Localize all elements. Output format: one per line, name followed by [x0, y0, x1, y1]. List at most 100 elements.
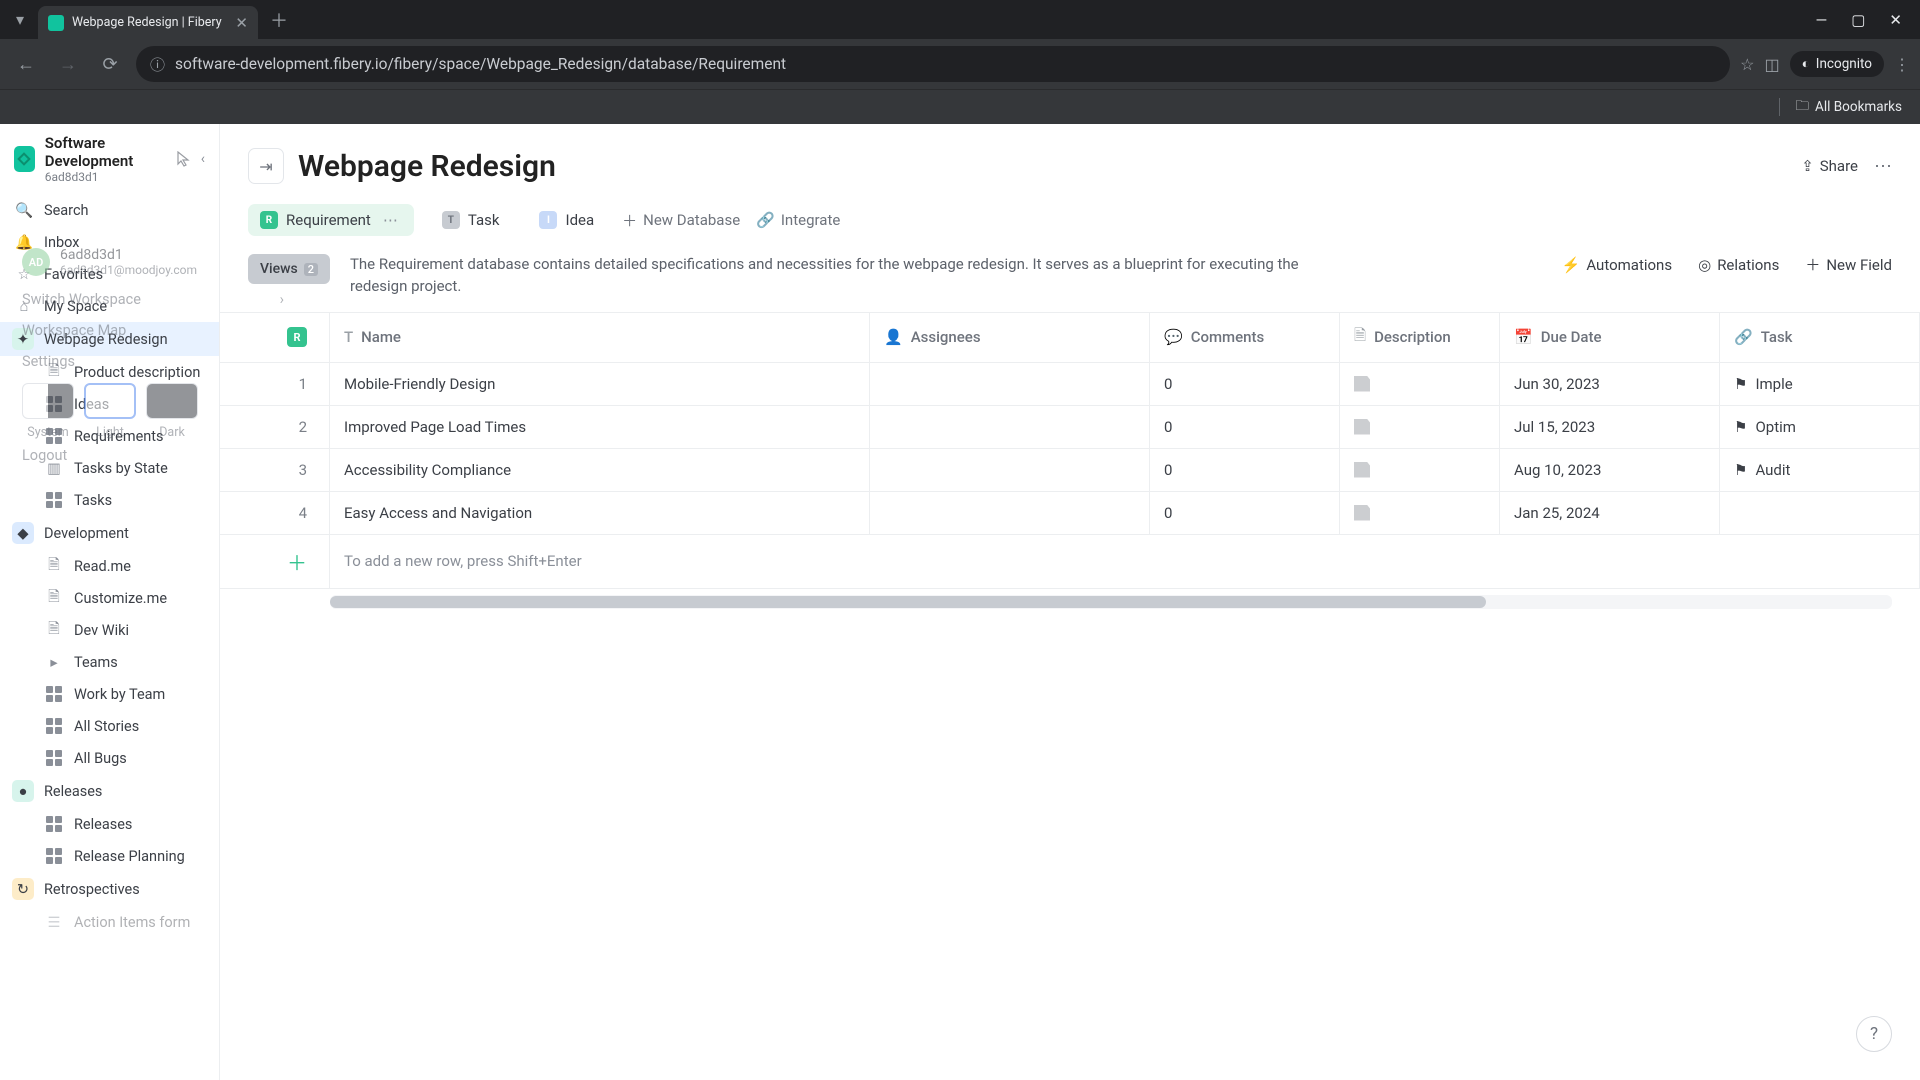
- cell-description[interactable]: [1340, 406, 1500, 449]
- window-controls: ― ▢ ✕: [1816, 11, 1912, 29]
- cell-comments[interactable]: 0: [1150, 449, 1340, 492]
- integrate-button[interactable]: 🔗Integrate: [756, 211, 840, 229]
- sidebar-search[interactable]: 🔍Search: [0, 194, 219, 226]
- row-number[interactable]: 2: [220, 406, 330, 449]
- sidebar-item-ideas[interactable]: Ideas: [0, 388, 219, 420]
- bookmark-star-icon[interactable]: ☆: [1740, 55, 1754, 74]
- cell-description[interactable]: [1340, 492, 1500, 535]
- sidebar-space-releases[interactable]: ●Releases: [0, 774, 219, 808]
- incognito-badge[interactable]: ◐ Incognito: [1790, 51, 1884, 77]
- back-button[interactable]: ←: [10, 48, 42, 80]
- cell-name[interactable]: Improved Page Load Times: [330, 406, 870, 449]
- sidebar-item-tasks[interactable]: Tasks: [0, 484, 219, 516]
- sidebar-item-releases[interactable]: Releases: [0, 808, 219, 840]
- add-row-plus[interactable]: ＋: [220, 535, 330, 589]
- scrollbar-thumb[interactable]: [330, 596, 1486, 608]
- views-button[interactable]: Views 2: [248, 254, 330, 284]
- relations-button[interactable]: ◎Relations: [1698, 256, 1779, 274]
- sidebar-item-requirements[interactable]: Requirements: [0, 420, 219, 452]
- tab-idea[interactable]: IIdea: [527, 204, 606, 236]
- row-number[interactable]: 1: [220, 363, 330, 406]
- tab-requirement[interactable]: RRequirement⋯: [248, 204, 414, 236]
- cell-task[interactable]: ⚑Audit: [1720, 449, 1920, 492]
- reload-button[interactable]: ⟳: [94, 48, 126, 80]
- col-header-description[interactable]: 🗎Description: [1340, 313, 1500, 363]
- grid-icon: [44, 716, 64, 736]
- cell-due-date[interactable]: Jun 30, 2023: [1500, 363, 1720, 406]
- cell-comments[interactable]: 0: [1150, 406, 1340, 449]
- sidebar-item-teams[interactable]: ▸Teams: [0, 646, 219, 678]
- row-number[interactable]: 4: [220, 492, 330, 535]
- browser-tab-active[interactable]: Webpage Redesign | Fibery ✕: [38, 6, 258, 39]
- close-tab-icon[interactable]: ✕: [235, 14, 248, 32]
- sidebar-item-all-stories[interactable]: All Stories: [0, 710, 219, 742]
- workspace-header[interactable]: Software Development 6ad8d3d1 ‹: [0, 124, 219, 194]
- tab-task[interactable]: TTask: [430, 204, 512, 236]
- grid-icon: [44, 846, 64, 866]
- col-header-task[interactable]: 🔗Task: [1720, 313, 1920, 363]
- sidebar-space-retrospectives[interactable]: ↻Retrospectives: [0, 872, 219, 906]
- cell-task[interactable]: ⚑Optim: [1720, 406, 1920, 449]
- cell-task[interactable]: ⚑Imple: [1720, 363, 1920, 406]
- cell-assignees[interactable]: [870, 363, 1150, 406]
- tab-more-icon[interactable]: ⋯: [379, 211, 402, 229]
- sidebar-my-space[interactable]: ⌂My Space: [0, 290, 219, 322]
- help-button[interactable]: ?: [1856, 1016, 1892, 1052]
- sidebar-item-work-by-team[interactable]: Work by Team: [0, 678, 219, 710]
- new-tab-button[interactable]: ＋: [270, 7, 288, 33]
- sidebar-item-customize[interactable]: 🗎Customize.me: [0, 582, 219, 614]
- col-header-name[interactable]: TName: [330, 313, 870, 363]
- item-label: All Stories: [74, 718, 139, 735]
- automations-button[interactable]: ⚡Automations: [1562, 256, 1672, 274]
- col-header-due-date[interactable]: 📅Due Date: [1500, 313, 1720, 363]
- site-info-icon[interactable]: ⓘ: [150, 54, 165, 75]
- minimize-icon[interactable]: ―: [1816, 11, 1828, 29]
- sidebar-item-product-description[interactable]: 🗎Product description: [0, 356, 219, 388]
- side-panel-icon[interactable]: ◫: [1765, 55, 1780, 74]
- sidebar-collapse-caret[interactable]: ‹: [201, 151, 205, 167]
- sidebar-space-development[interactable]: ◆Development: [0, 516, 219, 550]
- tab-search-dropdown[interactable]: ▾: [8, 8, 32, 32]
- cell-comments[interactable]: 0: [1150, 363, 1340, 406]
- new-field-button[interactable]: ＋New Field: [1805, 254, 1892, 275]
- sidebar-favorites[interactable]: ☆Favorites: [0, 258, 219, 290]
- cell-assignees[interactable]: [870, 492, 1150, 535]
- cell-due-date[interactable]: Jan 25, 2024: [1500, 492, 1720, 535]
- sidebar-item-readme[interactable]: 🗎Read.me: [0, 550, 219, 582]
- all-bookmarks-button[interactable]: 🗀 All Bookmarks: [1796, 96, 1902, 119]
- toggle-sidebar-button[interactable]: ⇥: [248, 148, 284, 184]
- share-button[interactable]: ⇪ Share: [1801, 157, 1858, 175]
- sidebar-item-release-planning[interactable]: Release Planning: [0, 840, 219, 872]
- forward-button[interactable]: →: [52, 48, 84, 80]
- maximize-icon[interactable]: ▢: [1851, 11, 1865, 29]
- col-header-assignees[interactable]: 👤Assignees: [870, 313, 1150, 363]
- address-bar[interactable]: ⓘ software-development.fibery.io/fibery/…: [136, 46, 1730, 82]
- integrate-label: Integrate: [781, 211, 840, 229]
- sidebar-space-webpage-redesign[interactable]: ✦Webpage Redesign: [0, 322, 219, 356]
- sidebar-item-tasks-by-state[interactable]: ▥Tasks by State: [0, 452, 219, 484]
- chrome-menu-icon[interactable]: ⋮: [1894, 55, 1910, 74]
- cell-due-date[interactable]: Aug 10, 2023: [1500, 449, 1720, 492]
- cell-assignees[interactable]: [870, 449, 1150, 492]
- page-more-button[interactable]: ⋯: [1874, 156, 1892, 177]
- cell-task[interactable]: [1720, 492, 1920, 535]
- horizontal-scrollbar[interactable]: [330, 595, 1892, 609]
- cell-assignees[interactable]: [870, 406, 1150, 449]
- cell-due-date[interactable]: Jul 15, 2023: [1500, 406, 1720, 449]
- cell-description[interactable]: [1340, 363, 1500, 406]
- sidebar-inbox[interactable]: 🔔Inbox: [0, 226, 219, 258]
- sidebar-item-dev-wiki[interactable]: 🗎Dev Wiki: [0, 614, 219, 646]
- cell-name[interactable]: Easy Access and Navigation: [330, 492, 870, 535]
- cell-comments[interactable]: 0: [1150, 492, 1340, 535]
- cell-name[interactable]: Accessibility Compliance: [330, 449, 870, 492]
- row-number[interactable]: 3: [220, 449, 330, 492]
- add-row-hint[interactable]: To add a new row, press Shift+Enter: [330, 535, 1920, 589]
- col-header-comments[interactable]: 💬Comments: [1150, 313, 1340, 363]
- cell-description[interactable]: [1340, 449, 1500, 492]
- sidebar-item-action-items-form[interactable]: ☰Action Items form: [0, 906, 219, 938]
- sidebar-item-all-bugs[interactable]: All Bugs: [0, 742, 219, 774]
- cell-name[interactable]: Mobile-Friendly Design: [330, 363, 870, 406]
- close-window-icon[interactable]: ✕: [1889, 11, 1902, 29]
- new-database-button[interactable]: ＋New Database: [622, 210, 740, 231]
- act-label: New Field: [1826, 256, 1892, 274]
